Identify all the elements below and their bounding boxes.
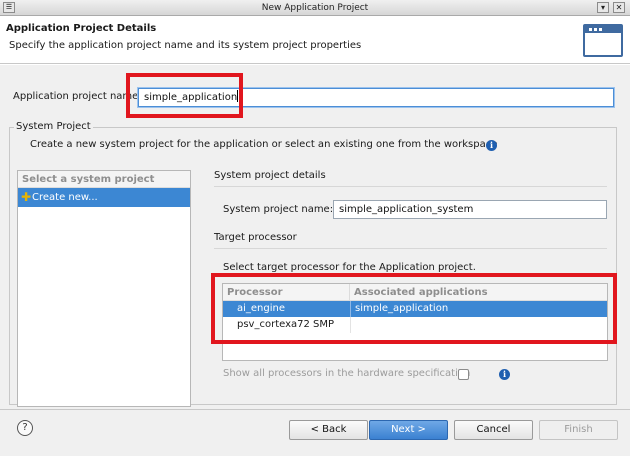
system-project-instructions: Create a new system project for the appl… (30, 139, 498, 150)
project-name-label: Application project name: (13, 91, 142, 102)
cancel-button[interactable]: Cancel (454, 420, 533, 440)
highlight-box-processor (211, 273, 617, 344)
list-item-label: Create new... (32, 192, 98, 203)
show-all-processors-checkbox[interactable] (458, 369, 469, 380)
system-project-list[interactable]: Select a system project ✚ Create new... (17, 170, 191, 407)
target-processor-instructions: Select target processor for the Applicat… (223, 262, 476, 273)
system-project-details-header: System project details (214, 170, 326, 181)
plus-icon: ✚ (21, 190, 32, 204)
show-all-processors-label: Show all processors in the hardware spec… (223, 368, 471, 379)
info-icon[interactable]: i (499, 369, 510, 380)
back-button[interactable]: < Back (289, 420, 368, 440)
system-project-name-input[interactable]: simple_application_system (333, 200, 607, 219)
info-icon[interactable]: i (486, 140, 497, 151)
finish-button[interactable]: Finish (539, 420, 618, 440)
separator (214, 186, 607, 187)
system-project-name-label: System project name: (223, 204, 334, 215)
page-title: Application Project Details (6, 23, 157, 34)
page-description: Specify the application project name and… (9, 40, 362, 51)
close-icon[interactable]: ✕ (613, 2, 625, 13)
window-title: New Application Project (261, 3, 369, 13)
window-wizard-icon (583, 24, 623, 57)
next-button[interactable]: Next > (369, 420, 448, 440)
separator (214, 248, 607, 249)
system-project-list-header: Select a system project (18, 171, 190, 188)
highlight-box-project-name (126, 73, 243, 118)
help-icon[interactable]: ? (17, 420, 33, 436)
wizard-header: Application Project Details Specify the … (0, 17, 630, 64)
list-item-create-new[interactable]: ✚ Create new... (18, 188, 190, 207)
target-processor-header: Target processor (214, 232, 297, 243)
system-project-group-title: System Project (14, 121, 93, 132)
title-bar: ☰ New Application Project ▾ ✕ (0, 0, 630, 16)
minimize-icon[interactable]: ▾ (597, 2, 609, 13)
